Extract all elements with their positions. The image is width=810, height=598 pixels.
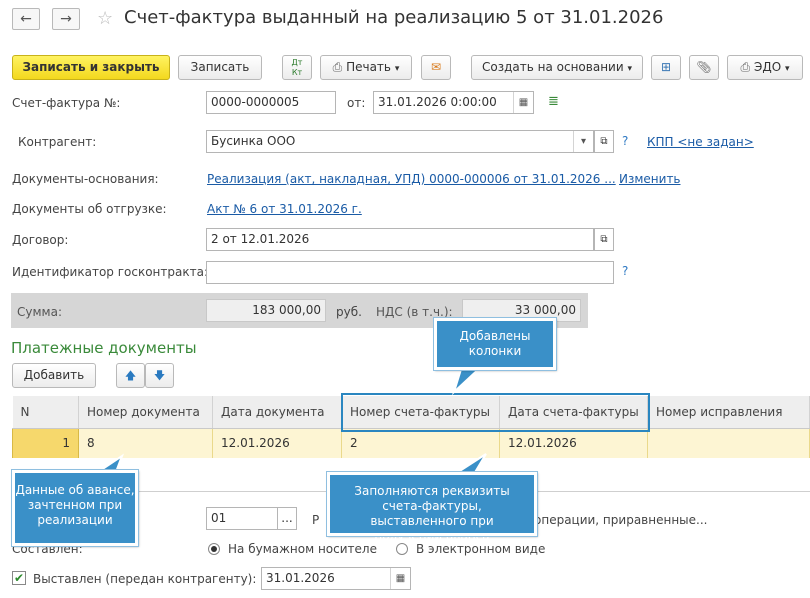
callout-columns-added: Добавлены колонки [433,317,557,371]
callout-advance-data: Данные об авансе, зачтенном при реализац… [11,469,139,547]
callout-invoice-details: Заполняются реквизиты счета-фактуры, выс… [326,471,538,543]
callout-pointer-invoice [451,453,487,475]
